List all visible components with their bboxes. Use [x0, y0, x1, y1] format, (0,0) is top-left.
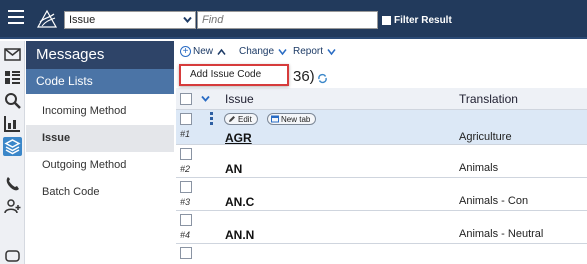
edit-button-label: Edit [238, 114, 252, 124]
chart-icon[interactable] [3, 114, 22, 133]
chevron-up-icon [217, 48, 226, 56]
translation-cell: Animals - Neutral [459, 228, 544, 240]
select-all-checkbox[interactable] [180, 93, 192, 105]
entity-select[interactable]: Issue [64, 11, 196, 29]
new-dropdown-menu: Add Issue Code [179, 64, 289, 86]
top-bar: Issue Filter Result [0, 0, 587, 39]
sidebar-item-incoming-method[interactable]: Incoming Method [26, 98, 174, 125]
toolbar: + New Change Report [176, 41, 587, 63]
change-menu-label: Change [239, 46, 275, 57]
drag-handle-icon[interactable] [210, 112, 213, 126]
sidebar-section-code-lists[interactable]: Code Lists [26, 69, 174, 94]
record-count: 36) [293, 68, 315, 85]
edit-button[interactable]: Edit [224, 113, 258, 125]
issue-code-link[interactable]: AN [225, 162, 242, 176]
add-user-icon[interactable] [3, 197, 22, 216]
issue-table: Issue Translation Edit New tab #1 AGR Ag… [176, 88, 587, 259]
phone-icon[interactable] [3, 174, 22, 193]
table-row[interactable]: #4 AN.N Animals - Neutral [176, 211, 587, 244]
row-checkbox[interactable] [180, 148, 192, 160]
report-menu-label: Report [293, 46, 324, 57]
pencil-icon [228, 115, 236, 123]
report-menu-button[interactable]: Report [293, 46, 336, 57]
issue-code-link[interactable]: AN.C [225, 195, 254, 209]
row-number: #4 [180, 230, 191, 240]
new-tab-icon [271, 115, 279, 123]
change-menu-button[interactable]: Change [239, 46, 287, 57]
sidebar-item-outgoing-method[interactable]: Outgoing Method [26, 152, 174, 179]
row-number: #3 [180, 197, 191, 207]
issue-code-link[interactable]: AGR [225, 131, 252, 145]
chevron-down-icon [278, 48, 287, 56]
layers-icon[interactable] [3, 137, 22, 156]
new-menu-label: New [193, 46, 214, 57]
row-checkbox[interactable] [180, 214, 192, 226]
row-checkbox[interactable] [180, 181, 192, 193]
main-panel: + New Change Report Add Issue Code 36) I… [176, 41, 587, 264]
translation-cell: Animals [459, 162, 499, 174]
search-icon[interactable] [3, 91, 22, 110]
menu-icon[interactable] [8, 10, 24, 24]
table-row[interactable] [176, 244, 587, 259]
row-checkbox[interactable] [180, 113, 192, 125]
chevron-down-icon [327, 48, 336, 56]
issue-code-link[interactable]: AN.N [225, 228, 254, 242]
row-checkbox[interactable] [180, 247, 192, 259]
column-header-translation[interactable]: Translation [459, 92, 518, 106]
table-header: Issue Translation [176, 88, 587, 110]
app-icon-strip [0, 41, 25, 264]
column-header-issue[interactable]: Issue [225, 92, 254, 106]
translation-cell: Animals - Con [459, 195, 529, 207]
sidebar-item-batch-code[interactable]: Batch Code [26, 179, 174, 206]
filter-result-toggle[interactable]: Filter Result [382, 13, 452, 27]
entity-select-value: Issue [69, 14, 96, 26]
chevron-down-icon [183, 15, 192, 24]
row-number: #1 [180, 129, 191, 139]
sidebar-title: Messages [26, 41, 174, 69]
new-menu-button[interactable]: + New [180, 46, 226, 57]
translation-cell: Agriculture [459, 131, 512, 143]
messages-icon[interactable] [3, 45, 22, 64]
filter-result-checkbox[interactable] [382, 15, 391, 25]
document-icon[interactable] [3, 246, 22, 264]
plus-icon: + [180, 46, 191, 57]
filter-result-label: Filter Result [394, 14, 452, 26]
find-input[interactable] [197, 11, 378, 29]
new-tab-button-label: New tab [281, 114, 311, 124]
list-layout-icon[interactable] [3, 68, 22, 87]
table-row[interactable]: #3 AN.C Animals - Con [176, 178, 587, 211]
sidebar: Messages Code Lists Incoming Method Issu… [26, 41, 174, 264]
chevron-down-icon[interactable] [201, 94, 210, 103]
app-logo-icon[interactable] [36, 9, 58, 29]
add-issue-code-menu-item[interactable]: Add Issue Code [190, 69, 261, 80]
refresh-icon[interactable] [317, 71, 328, 84]
row-number: #2 [180, 164, 191, 174]
table-row[interactable]: #2 AN Animals [176, 145, 587, 178]
new-tab-button[interactable]: New tab [267, 113, 317, 125]
table-row[interactable]: Edit New tab #1 AGR Agriculture [176, 110, 587, 145]
sidebar-item-issue[interactable]: Issue [26, 125, 174, 152]
